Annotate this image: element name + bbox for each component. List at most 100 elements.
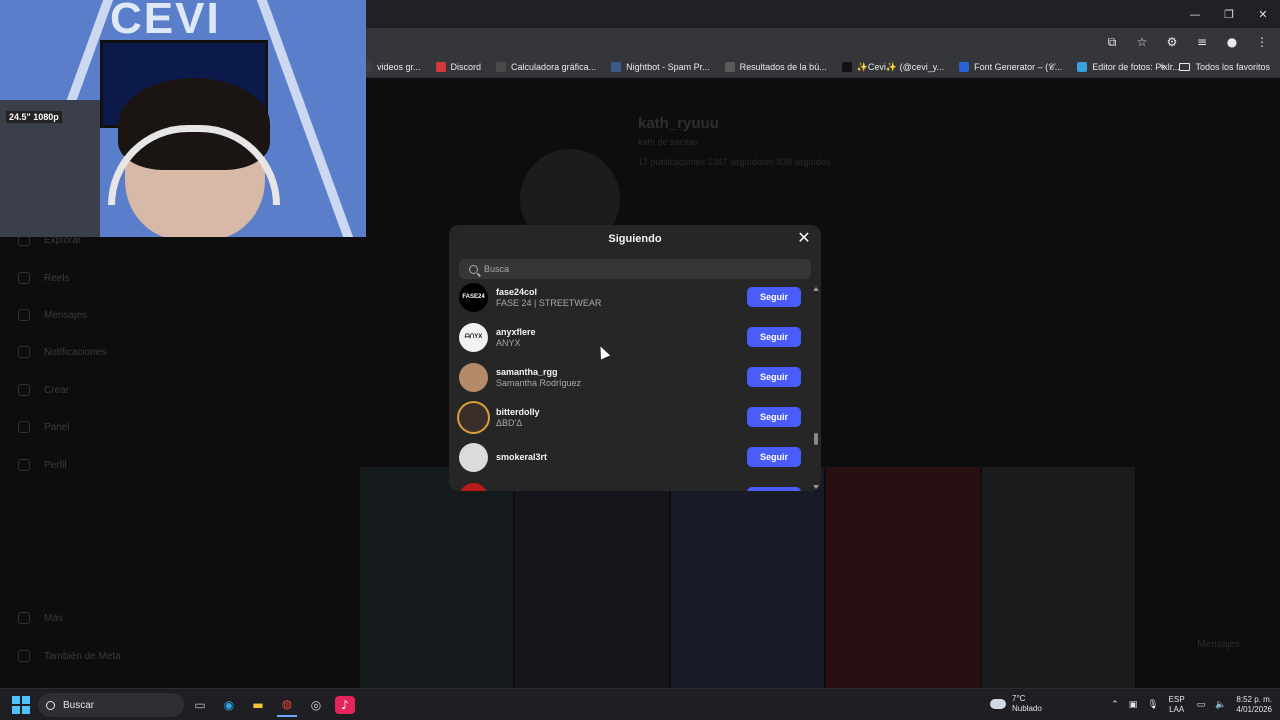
sidebar-item[interactable]: Panel xyxy=(18,421,70,433)
username[interactable]: bitterdolly xyxy=(496,407,540,417)
bookmark-favicon-icon xyxy=(841,62,852,72)
install-app-icon[interactable]: ⧉ xyxy=(1102,32,1122,52)
scroll-down-icon[interactable] xyxy=(813,485,819,489)
lang-bottom: LAA xyxy=(1169,705,1185,714)
avatar[interactable] xyxy=(459,362,488,392)
microphone-icon[interactable]: 🎙 xyxy=(1147,700,1158,710)
search-box[interactable] xyxy=(459,259,811,279)
windows-start-icon[interactable] xyxy=(12,696,30,714)
bookmark-item[interactable]: Discord xyxy=(435,62,481,72)
username[interactable]: anyxflere xyxy=(496,327,536,337)
extensions-icon[interactable]: ⚙ xyxy=(1162,32,1182,52)
menu-icon xyxy=(18,612,30,624)
clock-time: 8:52 p. m. xyxy=(1236,695,1272,704)
bookmark-item[interactable]: Nightbot - Spam Pr... xyxy=(611,62,710,72)
avatar[interactable] xyxy=(459,482,488,491)
following-list[interactable]: FASE24 fase24col FASE 24 | STREETWEAR Segui… xyxy=(449,283,821,491)
username[interactable]: samantha_rgg xyxy=(496,367,581,377)
post-thumb[interactable] xyxy=(515,467,669,688)
posts-grid xyxy=(360,467,1136,688)
bookmark-item[interactable]: Calculadora gráfica... xyxy=(496,62,596,72)
username[interactable]: smokeral3rt xyxy=(496,452,547,462)
all-bookmarks-label: Todos los favoritos xyxy=(1195,62,1270,72)
scrollbar[interactable] xyxy=(813,287,819,489)
bookmark-star-icon[interactable]: ☆ xyxy=(1132,32,1152,52)
taskbar-search[interactable]: Buscar xyxy=(38,693,184,717)
list-item[interactable]: boxingclubcolombiaSeguir xyxy=(449,477,809,491)
username[interactable]: fase24col xyxy=(496,287,601,297)
avatar[interactable]: FASE24 xyxy=(459,283,488,312)
taskbar-apps: ▭ ◉ ▬ ◍ ◎ ♪ xyxy=(190,693,355,717)
webcam-overlay: CEVI 24.5" 1080p xyxy=(0,0,366,237)
tray-app-icon[interactable]: ▣ xyxy=(1129,700,1138,710)
post-thumb[interactable] xyxy=(670,467,825,688)
weather-desc: Nublado xyxy=(1012,704,1042,713)
tiktok-icon[interactable]: ♪ xyxy=(335,696,355,714)
sidebar-item[interactable]: Reels xyxy=(18,272,70,284)
all-bookmarks-link[interactable]: Todos los favoritos xyxy=(1179,62,1270,72)
profile-stats: 17 publicaciones 1347 seguidores 838 seg… xyxy=(638,157,831,167)
more-bookmarks-icon[interactable]: » xyxy=(1160,62,1166,72)
sidebar-item-label: También de Meta xyxy=(44,650,121,662)
bookmark-item[interactable]: Font Generator – (𝒞... xyxy=(959,62,1062,73)
media-control-icon[interactable]: ≡ xyxy=(1192,32,1212,52)
follow-button[interactable]: Seguir xyxy=(747,487,801,491)
post-thumb[interactable] xyxy=(826,467,980,688)
minimize-icon[interactable]: — xyxy=(1178,0,1212,28)
bookmark-favicon-icon xyxy=(1077,62,1088,72)
chrome-icon[interactable]: ◍ xyxy=(277,693,297,717)
chevron-up-icon[interactable]: ⌃ xyxy=(1111,700,1119,710)
network-icon[interactable]: ▭ xyxy=(1197,700,1206,710)
list-item[interactable]: samantha_rgg Samantha Rodríguez Seguir xyxy=(449,357,809,397)
profile-avatar-icon[interactable]: ● xyxy=(1222,32,1242,52)
bookmark-label: Calculadora gráfica... xyxy=(511,62,597,72)
scroll-thumb[interactable] xyxy=(814,433,818,445)
post-thumb[interactable] xyxy=(981,467,1136,688)
avatar[interactable] xyxy=(459,402,488,432)
language-indicator[interactable]: ESP LAA xyxy=(1169,695,1185,715)
weather-widget[interactable]: 7°C Nublado xyxy=(990,694,1042,714)
sidebar-item[interactable]: Notificaciones xyxy=(18,346,106,358)
bookmark-item[interactable]: ✨Cevi✨ (@cevi_y... xyxy=(841,62,944,73)
browser-menu-icon[interactable]: ⋮ xyxy=(1252,32,1272,52)
close-window-icon[interactable]: ✕ xyxy=(1246,0,1280,28)
restore-icon[interactable]: ❐ xyxy=(1212,0,1246,28)
follow-button[interactable]: Seguir xyxy=(747,447,801,467)
close-icon[interactable]: ✕ xyxy=(795,229,813,247)
follow-button[interactable]: Seguir xyxy=(747,407,801,427)
sidebar-item[interactable]: También de Meta xyxy=(18,650,121,662)
messages-pill[interactable]: Mensajes xyxy=(1197,639,1240,650)
edge-icon[interactable]: ◉ xyxy=(219,693,239,717)
post-thumb[interactable] xyxy=(360,467,514,688)
list-item[interactable]: bitterdolly ΔBD'Δ Seguir xyxy=(449,397,809,437)
sidebar-item[interactable]: Perfil xyxy=(18,459,67,471)
messages-icon xyxy=(18,309,30,321)
clock[interactable]: 8:52 p. m. 4/01/2026 xyxy=(1236,695,1272,715)
bookmark-item[interactable]: Resultados de la bú... xyxy=(724,62,827,72)
follow-button[interactable]: Seguir xyxy=(747,327,801,347)
list-item[interactable]: FASE24 fase24col FASE 24 | STREETWEAR Segui… xyxy=(449,283,809,317)
bookmark-label: Resultados de la bú... xyxy=(739,62,827,72)
list-item[interactable]: ᗩᑎYX anyxflere ANYX Seguir xyxy=(449,317,809,357)
sidebar-item-label: Crear xyxy=(44,384,70,396)
avatar[interactable] xyxy=(459,442,488,472)
full-name: ANYX xyxy=(496,337,521,348)
file-explorer-icon[interactable]: ▬ xyxy=(248,693,268,717)
list-item[interactable]: smokeral3rt Seguir xyxy=(449,437,809,477)
sidebar-item[interactable]: Crear xyxy=(18,384,69,396)
volume-icon[interactable]: 🔈 xyxy=(1215,700,1226,710)
avatar-text: ᗩᑎYX xyxy=(464,333,483,340)
sidebar-item[interactable]: Más xyxy=(18,612,63,624)
bookmark-item[interactable]: videos gr... xyxy=(362,62,421,72)
sidebar-item-label: Notificaciones xyxy=(44,346,107,358)
avatar[interactable]: ᗩᑎYX xyxy=(459,322,488,352)
follow-button[interactable]: Seguir xyxy=(747,287,801,307)
sidebar-item[interactable]: Mensajes xyxy=(18,309,87,321)
search-input[interactable] xyxy=(484,264,804,274)
follow-button[interactable]: Seguir xyxy=(747,367,801,387)
scroll-up-icon[interactable] xyxy=(813,287,819,291)
sidebar-item-label: Panel xyxy=(44,421,70,433)
obs-icon[interactable]: ◎ xyxy=(306,693,326,717)
user-names: anyxflere ANYX xyxy=(496,327,536,348)
task-view-icon[interactable]: ▭ xyxy=(190,693,210,717)
